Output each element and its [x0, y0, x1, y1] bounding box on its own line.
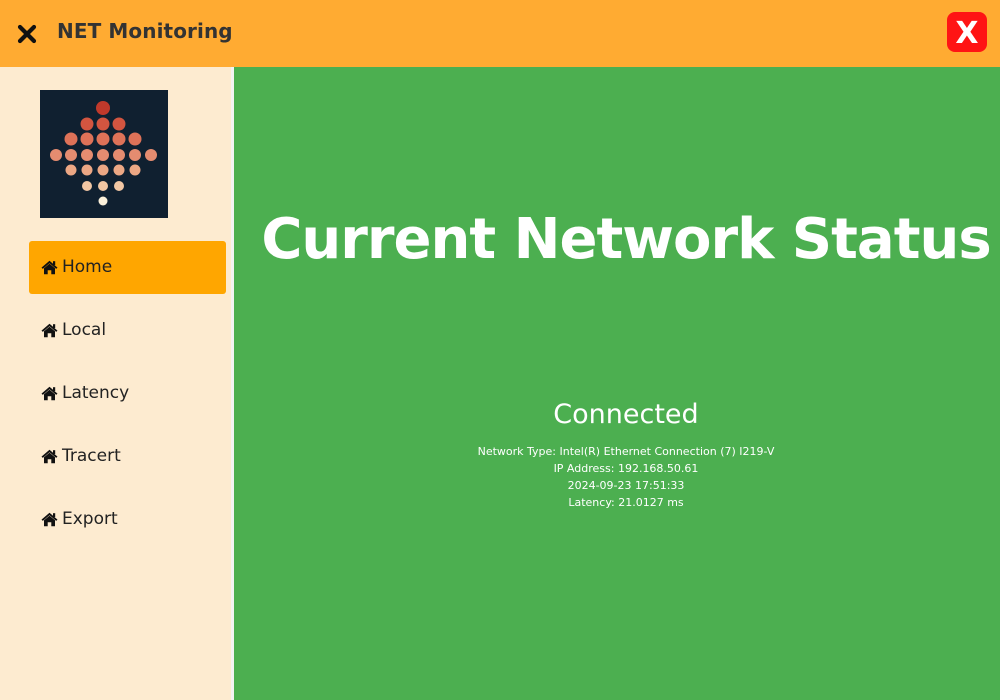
connection-status: Connected	[553, 399, 699, 430]
close-x-icon[interactable]	[15, 22, 39, 46]
latency-value: Latency: 21.0127 ms	[568, 496, 684, 509]
home-icon	[41, 323, 58, 338]
network-signal-logo	[40, 90, 168, 218]
sidebar-item-label: Local	[62, 320, 107, 340]
page-title: Current Network Status	[261, 207, 991, 272]
network-type: Network Type: Intel(R) Ethernet Connecti…	[477, 445, 775, 458]
sidebar-item-home[interactable]: Home	[29, 241, 226, 294]
home-icon	[41, 449, 58, 464]
exit-button[interactable]: X	[947, 12, 987, 52]
sidebar-item-latency[interactable]: Latency	[29, 367, 226, 420]
sidebar-item-label: Tracert	[62, 446, 121, 466]
home-icon	[41, 386, 58, 401]
app-window: NET Monitoring X Home Local Latency Trac…	[0, 0, 1000, 700]
ip-address: IP Address: 192.168.50.61	[553, 462, 699, 475]
sidebar-item-label: Export	[62, 509, 118, 529]
app-title: NET Monitoring	[57, 19, 233, 43]
exit-button-label: X	[955, 16, 978, 51]
sidebar-item-export[interactable]: Export	[29, 493, 226, 546]
main-panel: Current Network Status Connected Network…	[234, 67, 1000, 700]
sidebar-item-label: Latency	[62, 383, 130, 403]
timestamp: 2024-09-23 17:51:33	[567, 479, 685, 492]
home-icon	[41, 260, 58, 275]
sidebar-item-local[interactable]: Local	[29, 304, 226, 357]
sidebar-item-tracert[interactable]: Tracert	[29, 430, 226, 483]
sidebar: Home Local Latency Tracert Export	[0, 67, 233, 700]
sidebar-item-label: Home	[62, 257, 113, 277]
header-bar: NET Monitoring X	[0, 0, 1000, 67]
home-icon	[41, 512, 58, 527]
